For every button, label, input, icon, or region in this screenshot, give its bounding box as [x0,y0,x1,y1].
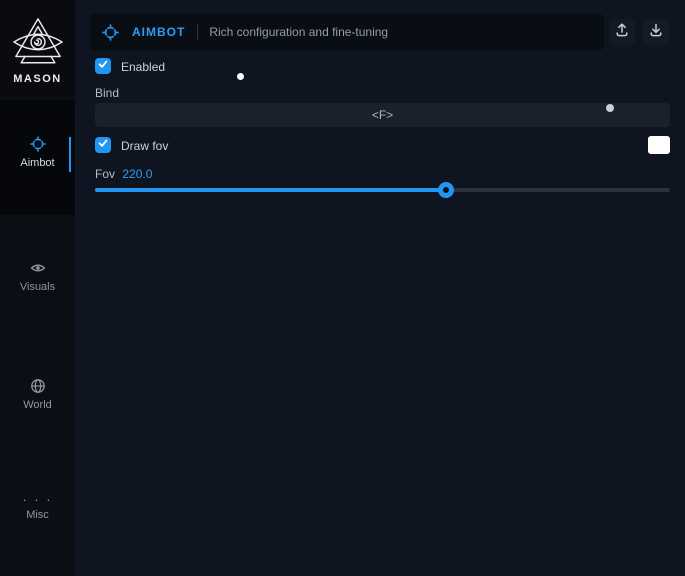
download-config-button[interactable] [643,19,669,45]
fov-row: Fov 220.0 [95,167,152,181]
sidebar-item-misc[interactable]: · · · Misc [0,496,75,521]
sidebar-item-label: World [23,399,52,411]
header-divider [197,24,198,40]
bind-label: Bind [95,86,119,100]
enabled-checkbox[interactable] [95,58,111,74]
sidebar: MASON Aimbot Visuals [0,0,75,576]
main-panel: AIMBOT Rich configuration and fine-tunin… [75,0,685,576]
sidebar-item-world[interactable]: World [0,378,75,411]
upload-icon [614,22,630,43]
sidebar-item-label: Misc [26,509,49,521]
sidebar-item-visuals[interactable]: Visuals [0,260,75,293]
globe-icon [30,378,46,394]
slider-thumb-hole [443,187,449,193]
brand-name: MASON [13,73,61,85]
page-title: AIMBOT [132,25,185,39]
indicator-dot [606,104,614,112]
bind-key-field[interactable]: <F> [95,103,670,127]
app-window: MASON Aimbot Visuals [0,0,685,576]
download-icon [648,22,664,43]
crosshair-icon [102,24,119,41]
eye-pyramid-logo-icon [12,16,64,70]
fov-value: 220.0 [122,167,152,181]
fov-label: Fov [95,167,115,181]
upload-config-button[interactable] [609,19,635,45]
ellipsis-icon: · · · [22,496,52,504]
bind-key-value: <F> [372,108,393,122]
draw-fov-checkbox[interactable] [95,137,111,153]
fov-slider-thumb[interactable] [438,182,454,198]
checkmark-icon [97,57,109,75]
checkmark-icon [97,136,109,154]
sidebar-item-label: Aimbot [20,157,54,169]
draw-fov-label: Draw fov [121,139,168,153]
fov-color-swatch[interactable] [648,136,670,154]
page-subtitle: Rich configuration and fine-tuning [209,25,388,39]
brand-logo: MASON [0,0,75,96]
eye-icon [30,260,46,276]
sidebar-item-aimbot[interactable]: Aimbot [0,136,75,169]
enabled-label: Enabled [121,60,165,74]
cursor-dot [237,73,244,80]
crosshair-icon [30,136,46,152]
fov-slider[interactable] [95,188,670,192]
sidebar-item-label: Visuals [20,281,55,293]
page-header: AIMBOT Rich configuration and fine-tunin… [90,14,604,50]
fov-slider-fill [95,188,446,192]
